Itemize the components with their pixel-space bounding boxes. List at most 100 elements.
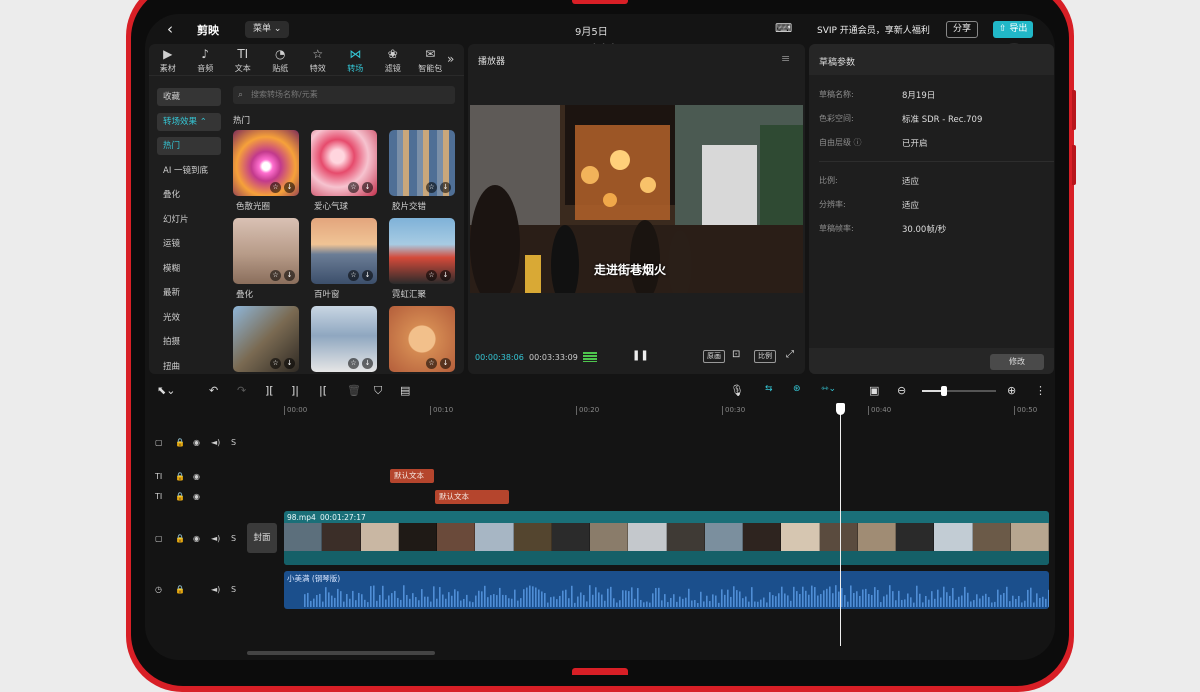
category-item[interactable]: 拍摄 xyxy=(157,333,221,351)
category-item[interactable]: 转场效果 ⌃ xyxy=(157,112,221,131)
download-icon[interactable]: ↓ xyxy=(362,182,373,193)
tab-5[interactable]: ⋈ 转场 xyxy=(337,44,375,75)
share-button[interactable]: 分享 xyxy=(946,21,979,38)
mark-icon[interactable]: ⛉ xyxy=(374,384,382,398)
export-button[interactable]: ⇧ 导出 xyxy=(993,21,1034,38)
tab-6[interactable]: ❀ 滤镜 xyxy=(374,44,412,75)
zoom-out-icon[interactable]: ⊖ xyxy=(897,384,906,397)
pause-icon[interactable]: ❚❚ xyxy=(632,350,649,361)
category-item[interactable]: 叠化 xyxy=(157,186,221,204)
text-clip[interactable]: 默认文本 xyxy=(390,469,434,483)
favorite-icon[interactable]: ☆ xyxy=(270,270,281,281)
mute-icon[interactable]: ◄) xyxy=(211,585,220,594)
download-icon[interactable]: ↓ xyxy=(362,358,373,369)
select-cursor-icon[interactable]: ⬉⌄ xyxy=(157,384,175,397)
keyboard-icon[interactable]: ⌨ xyxy=(775,21,792,35)
modify-button[interactable]: 修改 xyxy=(990,354,1044,370)
category-item[interactable]: 热门 xyxy=(157,137,221,155)
download-icon[interactable]: ↓ xyxy=(440,358,451,369)
transition-thumbnail[interactable]: ☆ ↓ xyxy=(389,130,455,196)
fullscreen-icon[interactable]: ⤢ xyxy=(786,349,794,360)
favorite-icon[interactable]: ☆ xyxy=(426,270,437,281)
transition-thumbnail[interactable]: ☆ ↓ xyxy=(311,130,377,196)
category-item[interactable]: 扭曲 xyxy=(157,358,221,375)
text-clip[interactable]: 默认文本 xyxy=(435,490,509,504)
category-item[interactable]: 运镜 xyxy=(157,235,221,253)
favorite-icon[interactable]: ☆ xyxy=(426,358,437,369)
visibility-icon[interactable]: ◉ xyxy=(193,438,200,447)
cover-button[interactable]: 封面 xyxy=(247,523,277,553)
lock-icon[interactable]: 🔒 xyxy=(175,585,185,594)
solo-icon[interactable]: S xyxy=(231,438,236,447)
back-icon[interactable]: ‹ xyxy=(167,20,173,38)
category-item[interactable]: 光效 xyxy=(157,309,221,327)
solo-icon[interactable]: S xyxy=(231,534,236,543)
zoom-slider[interactable] xyxy=(922,386,996,396)
download-icon[interactable]: ↓ xyxy=(440,270,451,281)
visibility-icon[interactable]: ◉ xyxy=(193,534,200,543)
delete-icon[interactable]: 🗑 xyxy=(347,384,361,397)
favorite-icon[interactable]: ☆ xyxy=(270,358,281,369)
timeline-scrollbar[interactable] xyxy=(247,651,435,655)
split-icon[interactable]: ][ xyxy=(265,384,274,397)
tab-4[interactable]: ☆ 特效 xyxy=(299,44,337,75)
visibility-icon[interactable]: ◉ xyxy=(193,472,200,481)
category-item[interactable]: AI 一镜到底 xyxy=(157,162,221,180)
audio-clip[interactable]: 小美满 (钢琴版) xyxy=(284,571,1049,609)
transition-thumbnail[interactable]: ☆ ↓ xyxy=(233,306,299,372)
download-icon[interactable]: ↓ xyxy=(284,270,295,281)
original-quality-button[interactable]: 原画 xyxy=(703,350,725,363)
zoom-slider-knob[interactable] xyxy=(941,386,948,396)
tab-2[interactable]: TI 文本 xyxy=(224,44,262,75)
transition-thumbnail[interactable]: ☆ ↓ xyxy=(233,130,299,196)
magnet-icon[interactable]: ⊛ xyxy=(793,384,801,394)
download-icon[interactable]: ↓ xyxy=(440,182,451,193)
caption-icon[interactable]: ▤ xyxy=(400,384,410,397)
lock-icon[interactable]: 🔒 xyxy=(175,438,185,447)
undo-icon[interactable]: ↶ xyxy=(209,384,218,397)
transition-thumbnail[interactable]: ☆ ↓ xyxy=(233,218,299,284)
favorite-icon[interactable]: ☆ xyxy=(270,182,281,193)
menu-button[interactable]: 菜单 ⌄ xyxy=(245,21,290,38)
tab-7[interactable]: ✉ 智能包 xyxy=(412,44,450,75)
ratio-button[interactable]: 比例 xyxy=(754,350,776,363)
solo-icon[interactable]: S xyxy=(231,585,236,594)
tab-1[interactable]: ♪ 音频 xyxy=(187,44,225,75)
link-main-track-icon[interactable]: ⇆ xyxy=(765,384,773,394)
playhead[interactable] xyxy=(840,410,841,646)
mute-icon[interactable]: ◄) xyxy=(211,534,220,543)
more-options-icon[interactable]: ⋮ xyxy=(1035,384,1046,397)
category-item[interactable]: 收藏 xyxy=(157,88,221,106)
lock-icon[interactable]: 🔒 xyxy=(175,492,185,501)
video-clip[interactable]: 98.mp4 00:01:27:17 xyxy=(284,511,1049,565)
mute-icon[interactable]: ◄) xyxy=(211,438,220,447)
lock-icon[interactable]: 🔒 xyxy=(175,472,185,481)
favorite-icon[interactable]: ☆ xyxy=(348,270,359,281)
visibility-icon[interactable]: ◉ xyxy=(193,492,200,501)
zoom-in-icon[interactable]: ⊕ xyxy=(1007,384,1016,397)
redo-icon[interactable]: ↷ xyxy=(237,384,246,397)
crop-icon[interactable]: ⊡ xyxy=(732,349,740,360)
download-icon[interactable]: ↓ xyxy=(284,182,295,193)
microphone-icon[interactable]: 🎙 xyxy=(730,384,744,397)
transition-thumbnail[interactable]: ☆ ↓ xyxy=(389,218,455,284)
transition-thumbnail[interactable]: ☆ ↓ xyxy=(389,306,455,372)
tab-0[interactable]: ▶ 素材 xyxy=(149,44,187,75)
download-icon[interactable]: ↓ xyxy=(284,358,295,369)
category-item[interactable]: 最新 xyxy=(157,284,221,302)
tab-3[interactable]: ◔ 贴纸 xyxy=(262,44,300,75)
download-icon[interactable]: ↓ xyxy=(362,270,373,281)
trim-right-icon[interactable]: |[ xyxy=(319,384,327,397)
transition-thumbnail[interactable]: ☆ ↓ xyxy=(311,218,377,284)
category-item[interactable]: 幻灯片 xyxy=(157,211,221,229)
transition-thumbnail[interactable]: ☆ ↓ xyxy=(311,306,377,372)
favorite-icon[interactable]: ☆ xyxy=(426,182,437,193)
video-preview[interactable]: 走进街巷烟火 xyxy=(470,105,803,293)
player-menu-icon[interactable]: ≡ xyxy=(781,52,790,65)
favorite-icon[interactable]: ☆ xyxy=(348,182,359,193)
more-tabs-icon[interactable]: » xyxy=(447,52,454,66)
preview-axis-icon[interactable]: ⇿⌄ xyxy=(821,384,836,394)
svip-promo[interactable]: SVIP 开通会员，享新人福利 xyxy=(817,23,930,36)
search-input[interactable]: ⌕ 搜索转场名称/元素 xyxy=(233,86,455,104)
category-item[interactable]: 模糊 xyxy=(157,260,221,278)
